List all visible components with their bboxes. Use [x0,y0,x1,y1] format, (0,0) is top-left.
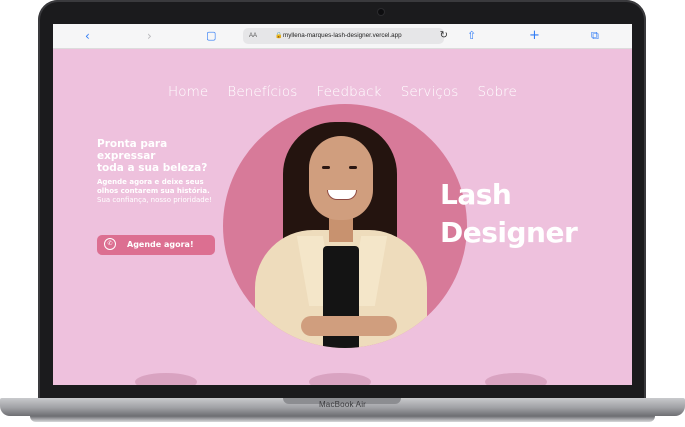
tabs-icon[interactable]: ⧉ [591,28,599,44]
browser-toolbar: ‹ › ▢ AA 🔒 myllena-marques-lash-designer… [53,24,632,49]
add-icon[interactable]: + [529,28,540,44]
hero-title-line1: Lash [440,178,512,211]
camera-icon [378,9,384,15]
model-label: MacBook Air [318,400,367,409]
reload-icon[interactable]: ↻ [440,28,448,44]
nav-feedback[interactable]: Feedback [317,84,382,100]
decor-blob-right [485,373,547,385]
nav-sobre[interactable]: Sobre [477,84,516,100]
portrait-face [309,136,373,220]
hero-description-bold: Agende agora e deixe seus olhos contarem… [97,178,210,195]
nav-servicos[interactable]: Serviços [401,84,459,100]
nav-home[interactable]: Home [168,84,208,100]
hero-title: Lash Designer [440,176,578,252]
forward-icon[interactable]: › [147,28,152,44]
laptop-base-shadow [30,416,655,422]
schedule-button-label: Agende agora! [127,240,194,249]
main-nav: Home Benefícios Feedback Serviços Sobre [53,81,632,100]
browser-window: ‹ › ▢ AA 🔒 myllena-marques-lash-designer… [53,24,632,385]
decor-blob-center [309,373,371,385]
hero-description-rest: Sua confiança, nosso prioridade! [97,196,212,204]
hero-text: Pronta para expressar toda a sua beleza?… [97,138,223,205]
whatsapp-icon: ✆ [104,238,116,250]
portrait-eye-left [322,166,330,169]
portrait-eye-right [349,166,357,169]
back-icon[interactable]: ‹ [85,28,90,44]
share-icon[interactable]: ⇧ [467,28,476,44]
reader-aa-button[interactable]: AA [249,30,257,42]
hero-description: Agende agora e deixe seus olhos contarem… [97,178,223,205]
schedule-button[interactable]: ✆ Agende agora! [97,235,215,255]
address-bar[interactable]: AA 🔒 myllena-marques-lash-designer.verce… [243,28,448,44]
nav-beneficios[interactable]: Benefícios [227,84,297,100]
hero-portrait [223,104,467,348]
decor-blob-left [135,373,197,385]
portrait-arms [301,316,397,336]
url-text[interactable]: myllena-marques-lash-designer.vercel.app [283,30,402,42]
hero-title-line2: Designer [440,216,578,249]
lock-icon: 🔒 [275,32,283,39]
hero-headline: Pronta para expressar toda a sua beleza? [97,138,208,174]
book-icon[interactable]: ▢ [206,28,216,44]
